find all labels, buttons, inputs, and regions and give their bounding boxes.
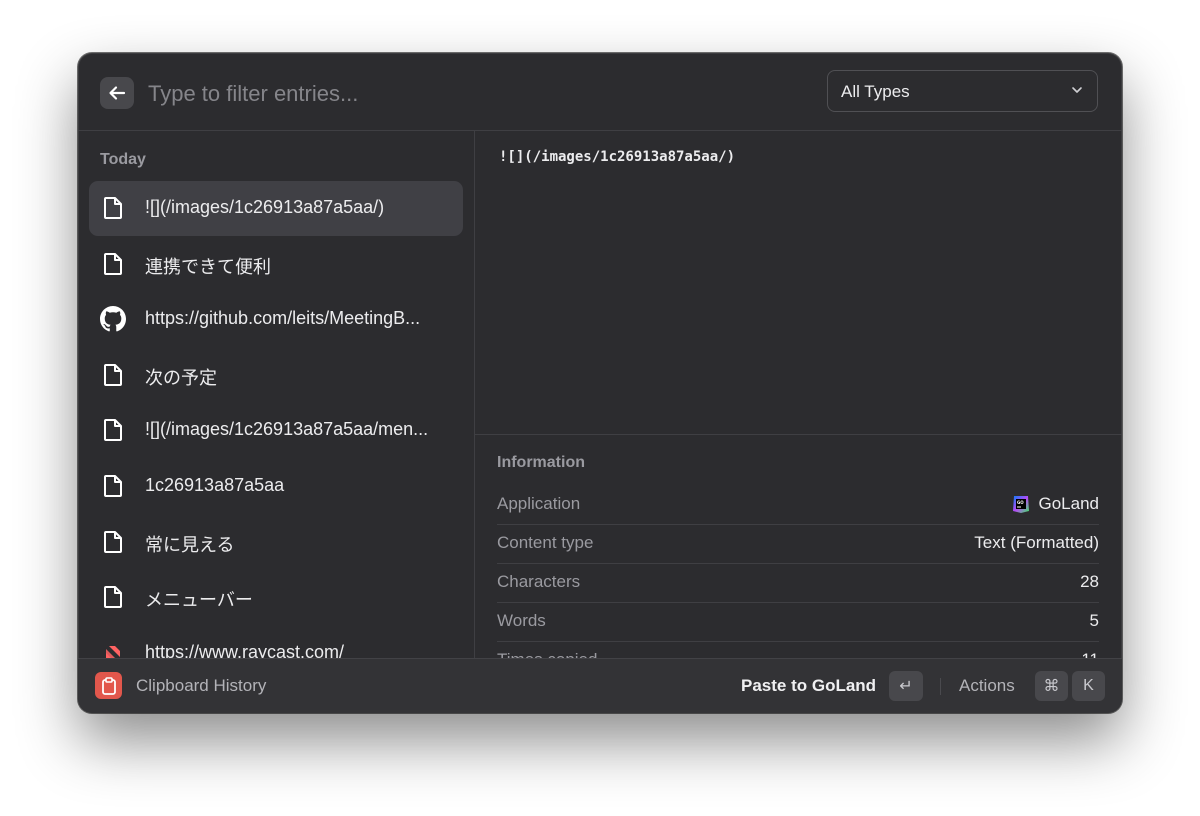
metadata-label: Application [497, 494, 581, 513]
document-icon [100, 584, 126, 610]
list-item-label: ![](/images/1c26913a87a5aa/) [145, 197, 385, 217]
command-key-icon: ⌘ [1035, 671, 1068, 701]
list-item-label: 次の予定 [145, 368, 217, 388]
k-key: K [1072, 671, 1105, 701]
list-item-label: https://www.raycast.com/ [145, 642, 345, 658]
arrow-left-icon [109, 86, 126, 100]
list-item[interactable]: 次の予定 [89, 348, 463, 403]
goland-icon: GO [1012, 496, 1029, 513]
raycast-icon [100, 640, 126, 658]
entry-list: Today ![](/images/1c26913a87a5aa/) 連携できて… [78, 131, 474, 658]
type-filter-value: All Types [841, 82, 910, 101]
metadata-value: 5 [1089, 611, 1099, 630]
clipboard-icon [95, 672, 122, 699]
metadata-value: GO GoLand [1011, 494, 1100, 514]
preview-content: ![](/images/1c26913a87a5aa/) [499, 149, 736, 165]
document-icon [100, 362, 126, 388]
list-item-label: 常に見える [145, 535, 235, 555]
list-item-label: 1c26913a87a5aa [145, 475, 285, 495]
extension-name: Clipboard History [136, 676, 267, 695]
document-icon [100, 251, 126, 277]
enter-key-icon: ↵ [889, 671, 923, 701]
back-button[interactable] [100, 77, 134, 109]
metadata-row-times-copied: Times copied 11 [497, 641, 1099, 659]
list-item[interactable]: ![](/images/1c26913a87a5aa/men... [89, 403, 463, 458]
svg-text:GO: GO [1017, 500, 1024, 505]
clipboard-history-window: All Types Today ![](/images/1c26913a87a5… [78, 53, 1122, 713]
chevron-down-icon [1072, 87, 1082, 93]
list-item[interactable]: ![](/images/1c26913a87a5aa/) [89, 181, 463, 236]
action-bar: Clipboard History Paste to GoLand ↵ Acti… [78, 658, 1122, 713]
metadata-label: Words [497, 611, 546, 630]
footer-separator [940, 678, 941, 695]
metadata-row-content-type: Content type Text (Formatted) [497, 524, 1099, 564]
metadata-label: Characters [497, 572, 581, 591]
paste-action-button[interactable]: Paste to GoLand [741, 676, 876, 696]
section-title: Today [100, 151, 146, 168]
list-item[interactable]: https://www.raycast.com/ [89, 626, 463, 658]
list-item-label: https://github.com/leits/MeetingB... [145, 308, 421, 328]
list-item[interactable]: 連携できて便利 [89, 237, 463, 292]
search-bar: All Types [78, 53, 1122, 131]
search-input[interactable] [146, 75, 750, 113]
list-item[interactable]: 常に見える [89, 515, 463, 570]
list-item[interactable]: https://github.com/leits/MeetingB... [89, 292, 463, 347]
document-icon [100, 473, 126, 499]
document-icon [100, 417, 126, 443]
document-icon [100, 529, 126, 555]
github-icon [100, 306, 126, 332]
metadata-value: 28 [1080, 572, 1099, 591]
actions-button[interactable]: Actions [959, 676, 1015, 696]
metadata-row-characters: Characters 28 [497, 563, 1099, 603]
list-item-label: 連携できて便利 [145, 257, 271, 277]
application-name: GoLand [1038, 494, 1100, 513]
list-item[interactable]: メニューバー [89, 570, 463, 625]
list-item[interactable]: 1c26913a87a5aa [89, 459, 463, 514]
list-item-label: メニューバー [145, 590, 253, 610]
type-filter-dropdown[interactable]: All Types [827, 70, 1098, 112]
metadata-row-application: Application GO GoLand [497, 485, 1099, 525]
metadata-label: Content type [497, 533, 594, 552]
metadata-value: Text (Formatted) [974, 533, 1099, 552]
metadata-title: Information [497, 454, 585, 471]
document-icon [100, 195, 126, 221]
list-item-label: ![](/images/1c26913a87a5aa/men... [145, 419, 429, 439]
metadata-panel: Information Application GO GoLand Conten… [475, 434, 1122, 659]
metadata-row-words: Words 5 [497, 602, 1099, 642]
